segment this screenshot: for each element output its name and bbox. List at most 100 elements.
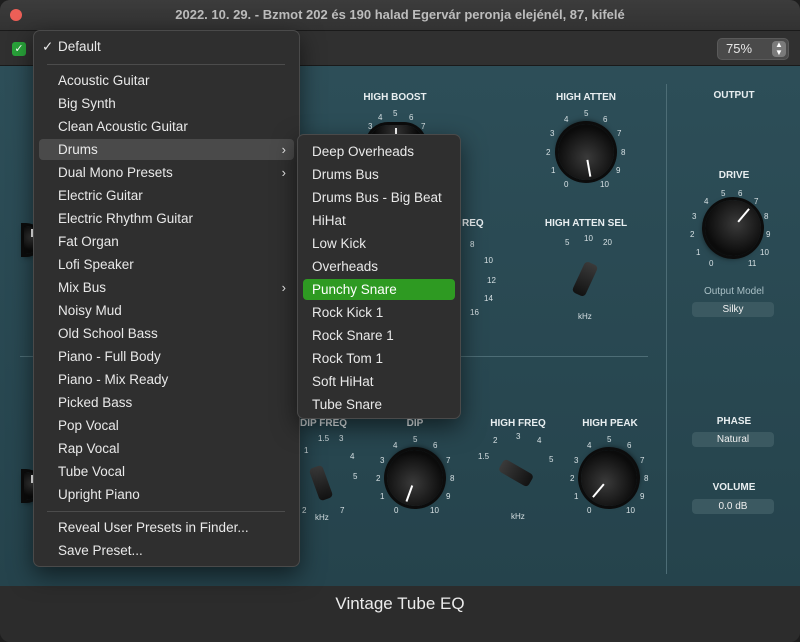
tick: 3 xyxy=(550,129,555,138)
high-atten-label: HIGH ATTEN xyxy=(556,92,616,103)
drums-preset-item[interactable]: Drums Bus - Big Beat xyxy=(303,187,455,208)
preset-item-drums[interactable]: Drums › xyxy=(39,139,294,160)
tick: 8 xyxy=(450,474,455,483)
tick: 8 xyxy=(644,474,649,483)
tick: 4 xyxy=(393,441,398,450)
drums-preset-item[interactable]: Soft HiHat xyxy=(303,371,455,392)
drums-preset-item[interactable]: Rock Snare 1 xyxy=(303,325,455,346)
preset-item[interactable]: Pop Vocal xyxy=(39,415,294,436)
chevron-right-icon: › xyxy=(281,165,286,180)
preset-item[interactable]: Electric Guitar xyxy=(39,185,294,206)
khz-unit: kHz xyxy=(578,312,592,321)
preset-item[interactable]: Piano - Mix Ready xyxy=(39,369,294,390)
tick: 6 xyxy=(627,441,632,450)
drums-preset-item[interactable]: Drums Bus xyxy=(303,164,455,185)
tick: 1 xyxy=(551,166,556,175)
tick: 16 xyxy=(470,308,479,317)
phase-label: PHASE xyxy=(716,416,752,427)
preset-item[interactable]: Noisy Mud xyxy=(39,300,294,321)
zoom-select[interactable]: 75% ▲ ▼ xyxy=(717,38,789,60)
high-peak-label: HIGH PEAK xyxy=(582,418,638,429)
tick: 0 xyxy=(709,259,714,268)
preset-item[interactable]: Big Synth xyxy=(39,93,294,114)
tick: 4 xyxy=(704,197,709,206)
drums-preset-item-selected[interactable]: Punchy Snare xyxy=(303,279,455,300)
menu-separator xyxy=(47,511,285,512)
output-divider xyxy=(666,84,667,574)
tick: 2 xyxy=(376,474,381,483)
tick: 9 xyxy=(640,492,645,501)
output-label: OUTPUT xyxy=(713,90,755,101)
tick: 8 xyxy=(764,212,769,221)
tick: 10 xyxy=(484,256,493,265)
plugin-enable-checkbox[interactable]: ✓ xyxy=(12,42,26,56)
menu-item-label: Mix Bus xyxy=(58,280,107,295)
chevron-updown-icon: ▲ ▼ xyxy=(772,41,786,57)
preset-item[interactable]: Tube Vocal xyxy=(39,461,294,482)
tick: 5 xyxy=(607,435,612,444)
drums-preset-item[interactable]: Tube Snare xyxy=(303,394,455,415)
preset-item-dual-mono[interactable]: Dual Mono Presets › xyxy=(39,162,294,183)
tick: 3 xyxy=(574,456,579,465)
volume-label: VOLUME xyxy=(712,482,756,493)
preset-item[interactable]: Electric Rhythm Guitar xyxy=(39,208,294,229)
tick: 3 xyxy=(380,456,385,465)
zoom-value: 75% xyxy=(726,41,753,56)
tick: 10 xyxy=(626,506,635,515)
chevron-right-icon: › xyxy=(281,280,286,295)
preset-item[interactable]: Picked Bass xyxy=(39,392,294,413)
tick: 7 xyxy=(340,506,345,515)
preset-item-mix-bus[interactable]: Mix Bus › xyxy=(39,277,294,298)
drums-preset-item[interactable]: Deep Overheads xyxy=(303,141,455,162)
tick: 10 xyxy=(430,506,439,515)
tick: 12 xyxy=(487,276,496,285)
dip-label: DIP xyxy=(406,418,424,429)
tick: 5 xyxy=(549,455,554,464)
tick: 3 xyxy=(339,434,344,443)
tick: 2 xyxy=(493,436,498,445)
preset-item[interactable]: Fat Organ xyxy=(39,231,294,252)
tick: 5 xyxy=(353,472,358,481)
tick: 10 xyxy=(600,180,609,189)
tick: 6 xyxy=(603,115,608,124)
tick: 6 xyxy=(409,113,414,122)
preset-item[interactable]: Clean Acoustic Guitar xyxy=(39,116,294,137)
tick: 9 xyxy=(446,492,451,501)
tick: 6 xyxy=(433,441,438,450)
high-boost-label: HIGH BOOST xyxy=(363,92,427,103)
preset-item[interactable]: Lofi Speaker xyxy=(39,254,294,275)
drums-preset-item[interactable]: Rock Tom 1 xyxy=(303,348,455,369)
tick: 9 xyxy=(766,230,771,239)
preset-item[interactable]: Rap Vocal xyxy=(39,438,294,459)
tick: 9 xyxy=(616,166,621,175)
phase-select[interactable]: Natural xyxy=(692,432,774,447)
preset-item[interactable]: Acoustic Guitar xyxy=(39,70,294,91)
tick: 20 xyxy=(603,238,612,247)
preset-item[interactable]: Piano - Full Body xyxy=(39,346,294,367)
preset-item-default[interactable]: ✓ Default xyxy=(39,36,294,57)
tick: 5 xyxy=(413,435,418,444)
tick: 4 xyxy=(350,452,355,461)
dip-freq-label: DIP FREQ xyxy=(300,418,348,429)
drums-preset-item[interactable]: Low Kick xyxy=(303,233,455,254)
chevron-right-icon: › xyxy=(281,142,286,157)
drums-preset-item[interactable]: Overheads xyxy=(303,256,455,277)
drums-preset-item[interactable]: Rock Kick 1 xyxy=(303,302,455,323)
preset-menu: ✓ Default Acoustic Guitar Big Synth Clea… xyxy=(33,30,300,567)
preset-item[interactable]: Old School Bass xyxy=(39,323,294,344)
drums-submenu: Deep Overheads Drums Bus Drums Bus - Big… xyxy=(297,134,461,419)
menu-item-label: Dual Mono Presets xyxy=(58,165,173,180)
tick: 6 xyxy=(738,189,743,198)
drums-preset-item[interactable]: HiHat xyxy=(303,210,455,231)
tick: 7 xyxy=(617,129,622,138)
preset-item[interactable]: Upright Piano xyxy=(39,484,294,505)
menu-item-label: Drums xyxy=(58,142,98,157)
tick: 4 xyxy=(537,436,542,445)
plugin-window: 2022. 10. 29. - Bzmot 202 és 190 halad E… xyxy=(0,0,800,642)
checkmark-icon: ✓ xyxy=(42,39,54,54)
save-preset-item[interactable]: Save Preset... xyxy=(39,540,294,561)
volume-field[interactable]: 0.0 dB xyxy=(692,499,774,514)
tick: 1 xyxy=(304,446,309,455)
reveal-presets-item[interactable]: Reveal User Presets in Finder... xyxy=(39,517,294,538)
output-model-select[interactable]: Silky xyxy=(692,302,774,317)
